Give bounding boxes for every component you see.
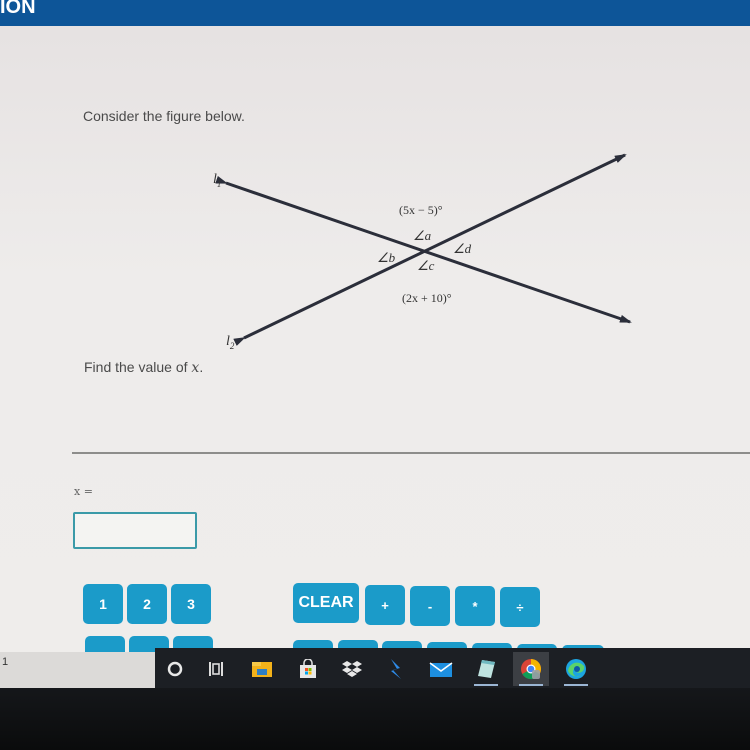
app-header: ION <box>0 0 750 26</box>
dropbox-icon <box>342 661 362 677</box>
store-bag-icon <box>300 659 316 678</box>
find-text: Find the value of <box>84 359 192 375</box>
taskbar-search-area[interactable]: 1 <box>0 652 155 690</box>
folder-icon <box>252 662 272 677</box>
multiply-key[interactable]: * <box>455 586 495 626</box>
task-view-button[interactable] <box>198 652 234 686</box>
edge-running-indicator <box>564 684 588 686</box>
taskbar-search-button[interactable] <box>157 652 193 686</box>
microsoft-store-button[interactable] <box>290 652 326 686</box>
key-3[interactable]: 3 <box>171 584 211 624</box>
question-prompt: Consider the figure below. <box>83 108 245 124</box>
chrome-running-indicator <box>519 684 543 686</box>
key-2[interactable]: 2 <box>127 584 167 624</box>
notepad-icon <box>478 660 495 678</box>
divide-key[interactable]: ÷ <box>500 587 540 627</box>
answer-variable-label: x = <box>74 485 93 498</box>
notepad-running-indicator <box>474 684 498 686</box>
section-divider <box>72 452 750 454</box>
edge-button[interactable] <box>558 652 594 686</box>
header-title: ION <box>0 0 36 18</box>
mail-button[interactable] <box>423 652 459 686</box>
plus-key[interactable]: + <box>365 585 405 625</box>
dropbox-button[interactable] <box>334 652 370 686</box>
edge-icon <box>566 659 586 679</box>
chrome-button[interactable] <box>513 652 549 686</box>
find-instruction: Find the value of x. <box>84 359 203 376</box>
key-1[interactable]: 1 <box>83 584 123 624</box>
power-automate-icon <box>391 659 401 679</box>
task-view-icon <box>209 662 223 676</box>
chrome-icon <box>521 659 542 680</box>
monitor-bezel <box>0 688 750 750</box>
power-automate-button[interactable] <box>378 652 414 686</box>
answer-input[interactable] <box>73 512 197 549</box>
file-explorer-button[interactable] <box>244 652 280 686</box>
minus-key[interactable]: - <box>410 586 450 626</box>
taskbar-left-text: 1 <box>2 656 9 668</box>
find-end: . <box>199 359 204 375</box>
mail-icon <box>429 662 453 677</box>
search-circle-icon <box>167 661 183 677</box>
clear-button[interactable]: CLEAR <box>293 583 359 623</box>
notepad-button[interactable] <box>468 652 504 686</box>
